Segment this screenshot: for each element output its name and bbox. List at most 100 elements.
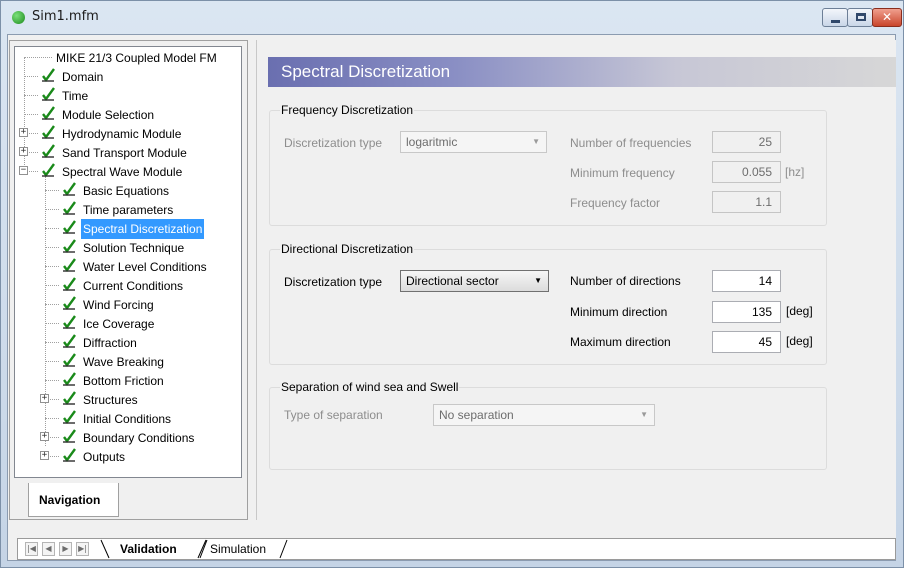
tree-item-time[interactable]: Time xyxy=(15,86,241,104)
tree-item-basic-equations[interactable]: Basic Equations xyxy=(15,181,241,199)
tree-item-label: Diffraction xyxy=(83,336,137,350)
minimize-button[interactable] xyxy=(822,8,848,27)
navigation-tree[interactable]: MIKE 21/3 Coupled Model FM Domain Time Modu… xyxy=(14,46,242,478)
tree-item-structures[interactable]: + Structures xyxy=(15,390,241,408)
tree-item-label: Boundary Conditions xyxy=(83,431,195,445)
min-direction-label: Minimum direction xyxy=(570,305,668,319)
next-tab-button[interactable]: ▶ xyxy=(59,542,72,556)
tree-item-label: Spectral Wave Module xyxy=(62,165,183,179)
tree-connector xyxy=(45,209,59,210)
checkmark-icon xyxy=(42,144,55,158)
tab-navigation[interactable]: Navigation xyxy=(28,483,119,517)
tree-item-label: Initial Conditions xyxy=(83,412,172,426)
tree-item-domain[interactable]: Domain xyxy=(15,67,241,85)
tree-item-sand-transport-module[interactable]: + Sand Transport Module xyxy=(15,143,241,161)
checkmark-icon xyxy=(42,106,55,120)
collapse-icon[interactable]: − xyxy=(19,166,28,175)
checkmark-icon xyxy=(63,334,76,348)
frequency-type-value: logaritmic xyxy=(406,135,458,149)
tree-item-hydrodynamic-module[interactable]: + Hydrodynamic Module xyxy=(15,124,241,142)
tree-item-label: Hydrodynamic Module xyxy=(62,127,182,141)
checkmark-icon xyxy=(42,125,55,139)
expand-icon[interactable]: + xyxy=(19,128,28,137)
separation-group-title: Separation of wind sea and Swell xyxy=(280,380,460,394)
tree-item-label: Basic Equations xyxy=(83,184,170,198)
close-button[interactable]: ✕ xyxy=(872,8,902,27)
expand-icon[interactable]: + xyxy=(40,394,49,403)
tree-item-spectral-discretization[interactable]: Spectral Discretization xyxy=(15,219,241,239)
chevron-down-icon: ▼ xyxy=(534,276,542,285)
tree-item-initial-conditions[interactable]: Initial Conditions xyxy=(15,409,241,427)
num-directions-field[interactable]: 14 xyxy=(712,270,781,292)
page-header: Spectral Discretization xyxy=(268,57,896,87)
min-frequency-field[interactable]: 0.055 xyxy=(712,161,781,183)
tree-connector xyxy=(45,361,59,362)
frequency-factor-field[interactable]: 1.1 xyxy=(712,191,781,213)
checkmark-icon xyxy=(63,410,76,424)
tree-item-label: Solution Technique xyxy=(83,241,185,255)
expand-icon[interactable]: + xyxy=(19,147,28,156)
separation-type-dropdown[interactable]: No separation ▼ xyxy=(433,404,655,426)
directional-type-dropdown[interactable]: Directional sector ▼ xyxy=(400,270,549,292)
first-tab-button[interactable]: |◀ xyxy=(25,542,38,556)
num-directions-label: Number of directions xyxy=(570,274,681,288)
tree-connector xyxy=(45,418,59,419)
checkmark-icon xyxy=(42,87,55,101)
maximize-button[interactable] xyxy=(847,8,873,27)
directional-type-label: Discretization type xyxy=(284,275,383,289)
tree-item-module-selection[interactable]: Module Selection xyxy=(15,105,241,123)
min-frequency-unit: [hz] xyxy=(785,165,805,179)
min-direction-field[interactable]: 135 xyxy=(712,301,781,323)
last-tab-button[interactable]: ▶| xyxy=(76,542,89,556)
tree-item-label: Outputs xyxy=(83,450,126,464)
max-direction-field[interactable]: 45 xyxy=(712,331,781,353)
checkmark-icon xyxy=(63,353,76,367)
tree-connector xyxy=(45,342,59,343)
page-title: Spectral Discretization xyxy=(281,62,451,81)
tree-item-label: Bottom Friction xyxy=(83,374,164,388)
checkmark-icon xyxy=(63,220,76,234)
separation-type-label: Type of separation xyxy=(284,408,383,422)
tree-item-ice-coverage[interactable]: Ice Coverage xyxy=(15,314,241,332)
tree-item-outputs[interactable]: + Outputs xyxy=(15,447,241,465)
tab-simulation[interactable]: Simulation xyxy=(210,540,266,559)
tree-item-solution-technique[interactable]: Solution Technique xyxy=(15,238,241,256)
frequency-group-title: Frequency Discretization xyxy=(280,103,415,117)
checkmark-icon xyxy=(63,182,76,196)
tree-item-time-parameters[interactable]: Time parameters xyxy=(15,200,241,218)
checkmark-icon xyxy=(63,448,76,462)
expand-icon[interactable]: + xyxy=(40,432,49,441)
separation-group xyxy=(269,387,827,470)
tree-item-water-level-conditions[interactable]: Water Level Conditions xyxy=(15,257,241,275)
num-frequencies-field[interactable]: 25 xyxy=(712,131,781,153)
title-bar[interactable]: Sim1.mfm ✕ xyxy=(0,0,904,34)
expand-icon[interactable]: + xyxy=(40,451,49,460)
tree-item-diffraction[interactable]: Diffraction xyxy=(15,333,241,351)
max-direction-label: Maximum direction xyxy=(570,335,671,349)
tree-item-mike-21-3-coupled-model-fm[interactable]: MIKE 21/3 Coupled Model FM xyxy=(15,48,241,66)
tree-item-current-conditions[interactable]: Current Conditions xyxy=(15,276,241,294)
tree-connector xyxy=(45,380,59,381)
tree-item-label: Structures xyxy=(83,393,138,407)
tree-item-label: Water Level Conditions xyxy=(83,260,207,274)
min-frequency-label: Minimum frequency xyxy=(570,166,675,180)
tab-validation[interactable]: Validation xyxy=(120,540,177,559)
frequency-type-label: Discretization type xyxy=(284,136,383,150)
close-icon: ✕ xyxy=(881,10,893,24)
prev-tab-button[interactable]: ◀ xyxy=(42,542,55,556)
checkmark-icon xyxy=(63,277,76,291)
directional-group-title: Directional Discretization xyxy=(280,242,415,256)
frequency-type-dropdown[interactable]: logaritmic ▼ xyxy=(400,131,547,153)
tree-item-bottom-friction[interactable]: Bottom Friction xyxy=(15,371,241,389)
checkmark-icon xyxy=(42,68,55,82)
window-title: Sim1.mfm xyxy=(32,9,99,24)
min-direction-unit: [deg] xyxy=(786,304,813,318)
checkmark-icon xyxy=(63,372,76,386)
tree-connector xyxy=(45,285,59,286)
checkmark-icon xyxy=(63,201,76,215)
checkmark-icon xyxy=(63,258,76,272)
tree-item-boundary-conditions[interactable]: + Boundary Conditions xyxy=(15,428,241,446)
tree-item-wind-forcing[interactable]: Wind Forcing xyxy=(15,295,241,313)
tree-item-spectral-wave-module[interactable]: − Spectral Wave Module xyxy=(15,162,241,180)
tree-item-wave-breaking[interactable]: Wave Breaking xyxy=(15,352,241,370)
